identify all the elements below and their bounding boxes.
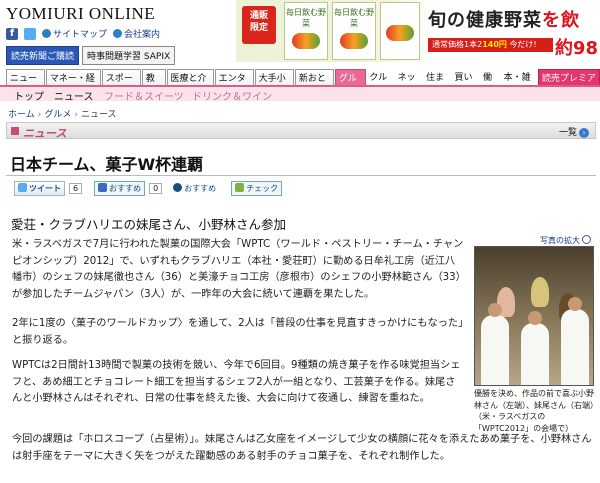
sugar-sculpture bbox=[531, 277, 549, 307]
subnav-food[interactable]: フード＆スイーツ bbox=[104, 88, 184, 103]
vegetable-icon bbox=[340, 33, 368, 49]
ad-product-pack bbox=[380, 2, 420, 60]
ad-title: 旬の健康野菜を飲 bbox=[428, 10, 580, 31]
person bbox=[481, 315, 509, 385]
subscribe-button[interactable]: 読売新聞ご購読 bbox=[6, 46, 80, 65]
sub-nav: トップ ニュース フード＆スイーツ ドリンク＆ワイン bbox=[0, 85, 600, 103]
person bbox=[561, 309, 589, 385]
arrow-icon bbox=[42, 29, 51, 38]
ad-banner[interactable]: 通販 限定 毎日飲む野菜 毎日飲む野菜 旬の健康野菜を飲 通常価格1本2140円 … bbox=[236, 0, 600, 62]
recommend-count: 0 bbox=[149, 183, 163, 194]
person bbox=[521, 323, 549, 385]
header-buttons: 読売新聞ご購読 時事問題学習 SAPIX bbox=[6, 46, 176, 65]
article-paragraph: 2年に1度の〈菓子のワールドカップ〉を通して、2人は「普段の仕事を見直すきっかけ… bbox=[12, 318, 464, 346]
twitter-icon[interactable] bbox=[24, 27, 36, 40]
article-photo[interactable] bbox=[474, 246, 594, 386]
twitter-bird-icon bbox=[18, 183, 27, 192]
divider bbox=[6, 175, 596, 176]
sapix-button[interactable]: 時事問題学習 SAPIX bbox=[82, 46, 176, 65]
top-links: f サイトマップ 会社案内 bbox=[6, 27, 160, 40]
person-head bbox=[488, 303, 502, 317]
sitemap-link[interactable]: サイトマップ bbox=[42, 27, 107, 40]
subnav-news[interactable]: ニュース bbox=[54, 88, 94, 103]
breadcrumb-home[interactable]: ホーム bbox=[8, 110, 35, 120]
tweet-button[interactable]: ツイート bbox=[14, 181, 65, 196]
tweet-count: 6 bbox=[69, 183, 83, 194]
photo-caption: 優勝を決め、作品の前で喜ぶ小野林さん（左端）、妹尾さん（右端）（米・ラスベガスの… bbox=[474, 389, 598, 433]
section-bar: ニュース 一覧 › bbox=[6, 122, 596, 140]
company-link[interactable]: 会社案内 bbox=[113, 27, 160, 40]
article-headline: 日本チーム、菓子W杯連覇 bbox=[10, 155, 204, 174]
magnifier-icon bbox=[582, 235, 591, 244]
ad-product-pack: 毎日飲む野菜 bbox=[332, 2, 376, 60]
social-buttons: ツイート 6 おすすめ 0 おすすめ チェック bbox=[14, 181, 283, 196]
check-button[interactable]: チェック bbox=[231, 181, 283, 196]
facebook-icon[interactable]: f bbox=[6, 27, 18, 40]
person-head bbox=[528, 311, 542, 325]
section-marker-icon bbox=[11, 127, 19, 135]
photo-enlarge-link[interactable]: 写真の拡大 bbox=[540, 235, 591, 246]
breadcrumb-news: ニュース bbox=[80, 110, 117, 120]
site-logo[interactable]: YOMIURI ONLINE bbox=[6, 4, 155, 24]
article-paragraph: 米・ラスベガスで7月に行われた製菓の国際大会「WPTC（ワールド・ペストリー・チ… bbox=[12, 239, 464, 300]
hatena-icon bbox=[98, 183, 108, 192]
arrow-icon bbox=[113, 29, 123, 38]
mixi-icon bbox=[173, 183, 183, 192]
list-link[interactable]: 一覧 › bbox=[559, 125, 589, 138]
ad-big-price: 約98 bbox=[552, 34, 600, 60]
recommend-button-2[interactable]: おすすめ bbox=[170, 182, 219, 195]
arrow-right-icon: › bbox=[579, 128, 589, 138]
ad-product-pack: 毎日飲む野菜 bbox=[284, 2, 328, 60]
subnav-drink[interactable]: ドリンク＆ワイン bbox=[192, 88, 272, 103]
breadcrumb-gourmet[interactable]: グルメ bbox=[44, 110, 71, 120]
breadcrumb: ホーム › グルメ › ニュース bbox=[8, 110, 117, 120]
recommend-button[interactable]: おすすめ bbox=[94, 181, 146, 196]
vegetable-icon bbox=[386, 25, 414, 41]
ad-badge: 通販 限定 bbox=[242, 6, 276, 44]
article-subhead: 愛荘・クラブハリエの妹尾さん、小野林さん参加 bbox=[11, 217, 287, 232]
section-title: ニュース bbox=[23, 127, 67, 140]
subnav-top[interactable]: トップ bbox=[14, 88, 44, 103]
vegetable-icon bbox=[292, 33, 320, 49]
article-paragraph: WPTCは2日間計13時間で製菓の技術を競い、今年で6回目。9種類の焼き菓子を作… bbox=[12, 360, 461, 404]
article-paragraph: 今回の課題は「ホロスコープ（占星術）」。妹尾さんは乙女座をイメージして少女の横顔… bbox=[12, 434, 592, 462]
check-icon bbox=[235, 183, 245, 192]
person-head bbox=[568, 297, 582, 311]
